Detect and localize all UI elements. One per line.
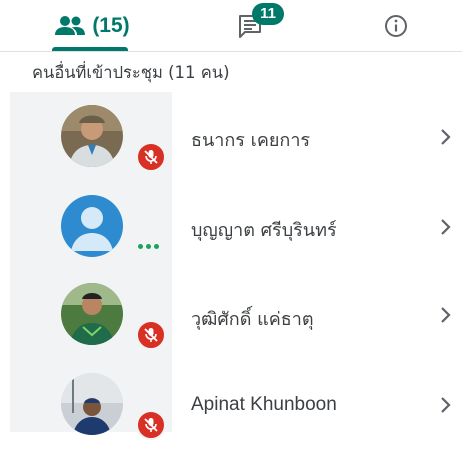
participant-row[interactable]: บุญญาต ศรีบุรินทร์ bbox=[10, 182, 462, 272]
section-title: คนอื่นที่เข้าประชุม (11 คน) bbox=[32, 63, 230, 82]
mic-off-icon bbox=[136, 410, 166, 440]
mic-off-icon bbox=[136, 142, 166, 172]
chevron-right-icon[interactable] bbox=[439, 305, 453, 325]
tab-people[interactable]: (15) bbox=[42, 0, 142, 52]
active-tab-indicator bbox=[52, 47, 128, 51]
participant-name: Apinat Khunboon bbox=[191, 394, 337, 415]
more-options-icon[interactable] bbox=[138, 244, 159, 249]
chevron-right-icon[interactable] bbox=[439, 127, 453, 147]
avatar bbox=[61, 373, 123, 435]
participant-row[interactable]: ธนากร เคยการ bbox=[10, 92, 462, 182]
avatar bbox=[61, 195, 123, 257]
participant-row[interactable]: Apinat Khunboon bbox=[10, 362, 462, 452]
info-icon bbox=[385, 15, 407, 37]
participant-row[interactable]: วุฒิศักดิ์ แค่ธาตุ bbox=[10, 272, 462, 362]
tab-bar: (15) 11 bbox=[0, 0, 462, 52]
tab-info[interactable] bbox=[370, 0, 422, 52]
mic-off-icon bbox=[136, 320, 166, 350]
people-icon bbox=[55, 16, 86, 35]
chevron-right-icon[interactable] bbox=[439, 395, 453, 415]
participant-name: บุญญาต ศรีบุรินทร์ bbox=[191, 220, 337, 241]
participant-list: ธนากร เคยการ บุญญาต ศรีบุรินทร์ วุฒิศักด… bbox=[10, 92, 462, 440]
participant-name: ธนากร เคยการ bbox=[191, 130, 311, 151]
avatar bbox=[61, 283, 123, 345]
chat-badge: 11 bbox=[252, 3, 284, 25]
people-count: (15) bbox=[92, 14, 130, 37]
avatar bbox=[61, 105, 123, 167]
chevron-right-icon[interactable] bbox=[439, 217, 453, 237]
participant-name: วุฒิศักดิ์ แค่ธาตุ bbox=[191, 309, 314, 330]
